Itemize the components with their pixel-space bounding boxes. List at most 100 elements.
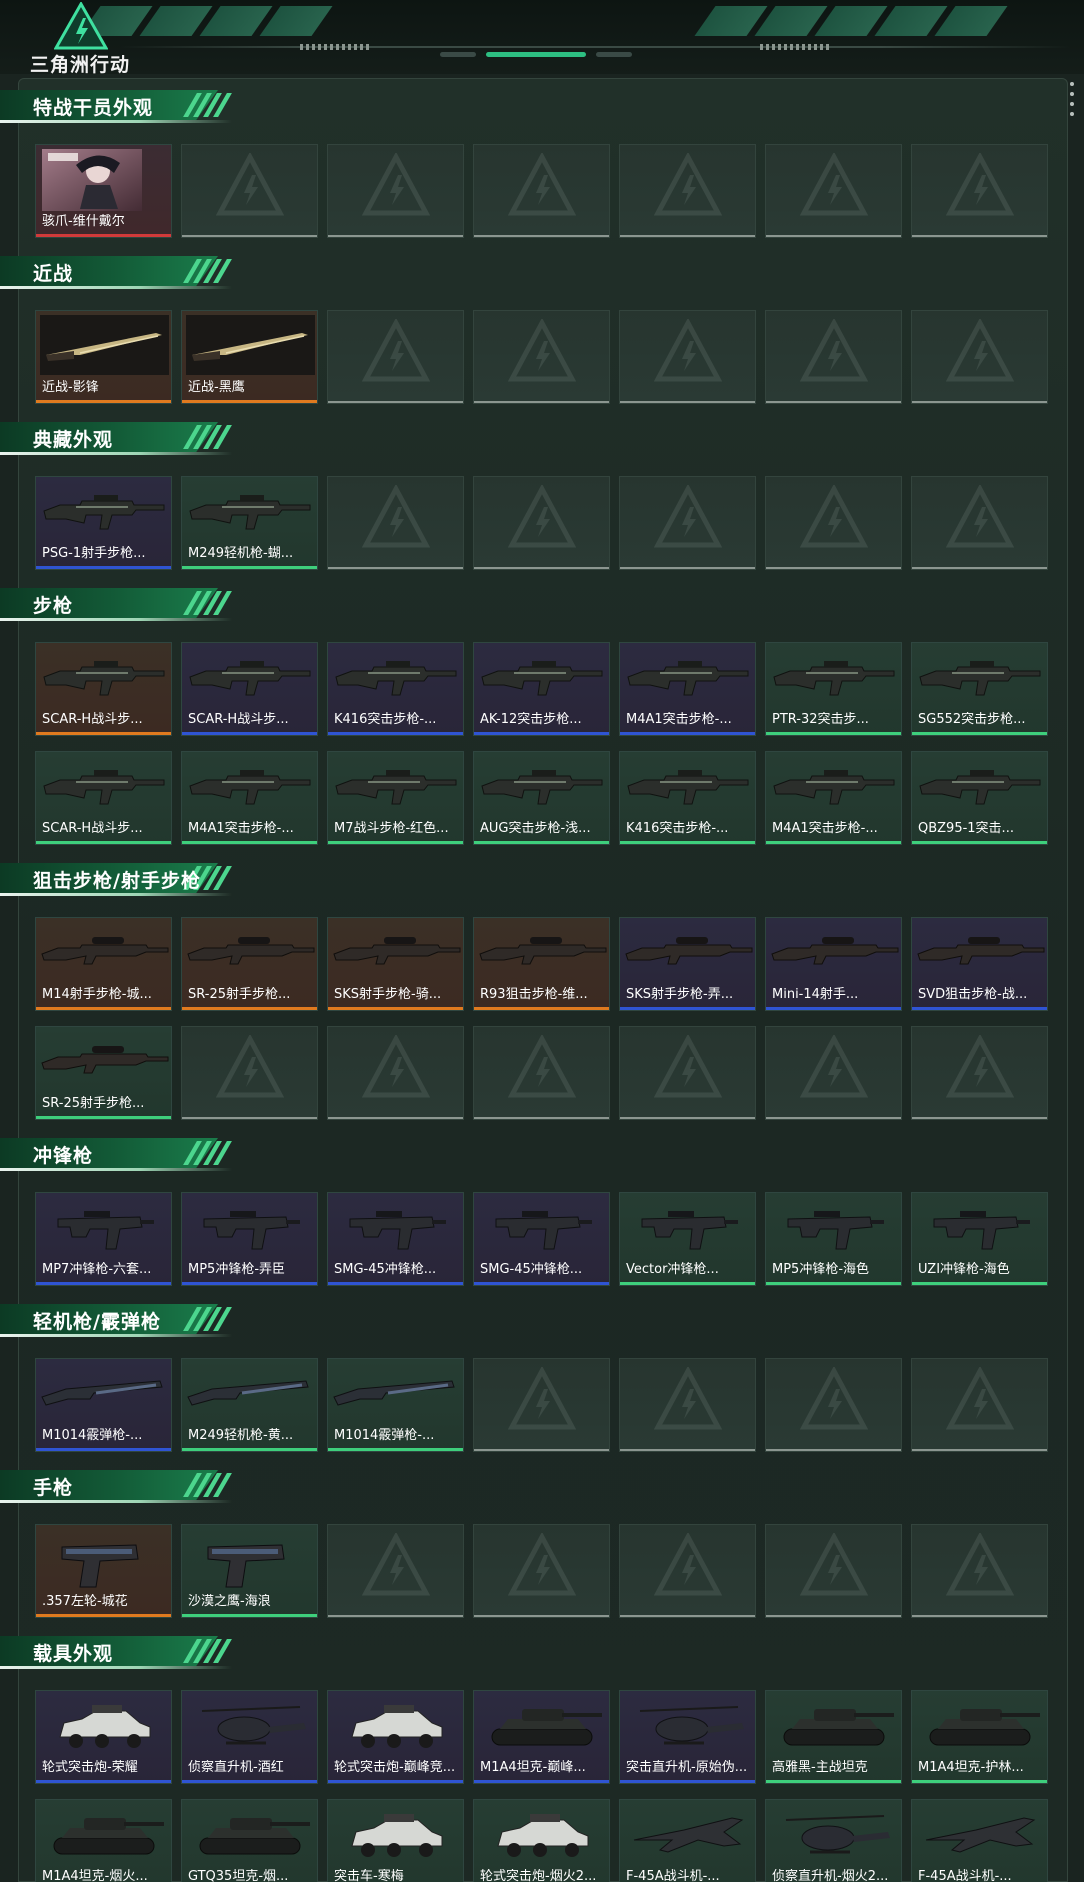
item-card[interactable]: SVD狙击步枪-战... [911, 917, 1048, 1011]
item-card[interactable]: 侦察直升机-酒红 [181, 1690, 318, 1784]
item-card[interactable]: PSG-1射手步枪... [35, 476, 172, 570]
rarity-bar [182, 1448, 317, 1451]
item-card[interactable]: 近战-影锋 [35, 310, 172, 404]
item-card[interactable]: SG552突击步枪... [911, 642, 1048, 736]
slot-underline [912, 235, 1047, 237]
item-card[interactable]: M14射手步枪-城... [35, 917, 172, 1011]
item-card[interactable]: SKS射手步枪-弄... [619, 917, 756, 1011]
item-card[interactable]: SR-25射手步枪... [181, 917, 318, 1011]
sniper-icon [474, 918, 609, 988]
item-card[interactable]: PTR-32突击步... [765, 642, 902, 736]
item-name: 沙漠之鹰-海浪 [188, 1594, 271, 1609]
item-card[interactable]: M1A4坦克-烟火... [35, 1799, 172, 1882]
delta-watermark-icon [945, 1531, 1015, 1601]
item-card[interactable]: Mini-14射手... [765, 917, 902, 1011]
item-card[interactable]: 近战-黑鹰 [181, 310, 318, 404]
empty-slot [765, 476, 902, 570]
item-card[interactable]: SCAR-H战斗步... [35, 642, 172, 736]
item-name: K416突击步枪-... [334, 712, 437, 727]
header-page-indicator [440, 50, 640, 60]
item-card[interactable]: .357左轮-城花 [35, 1524, 172, 1618]
item-card[interactable]: 侦察直升机-烟火2... [765, 1799, 902, 1882]
section-header: 冲锋枪 [0, 1135, 240, 1171]
item-card[interactable]: M1A4坦克-巅峰... [473, 1690, 610, 1784]
item-card[interactable]: K416突击步枪-... [327, 642, 464, 736]
item-card[interactable]: SR-25射手步枪... [35, 1026, 172, 1120]
item-card[interactable]: SCAR-H战斗步... [181, 642, 318, 736]
item-name: PSG-1射手步枪... [42, 546, 146, 561]
helicopter-icon [766, 1800, 901, 1870]
rifle-icon [182, 752, 317, 822]
rarity-bar [36, 1116, 171, 1119]
item-card[interactable]: M249轻机枪-黄... [181, 1358, 318, 1452]
item-card[interactable]: MP7冲锋枪-六套... [35, 1192, 172, 1286]
rarity-bar [328, 1007, 463, 1010]
item-card[interactable]: 轮式突击炮-荣耀 [35, 1690, 172, 1784]
item-name: F-45A战斗机-... [918, 1869, 1012, 1882]
smg-icon [620, 1193, 755, 1263]
item-card[interactable]: UZI冲锋枪-海色 [911, 1192, 1048, 1286]
rarity-bar [182, 732, 317, 735]
empty-slot [473, 476, 610, 570]
slot-underline [328, 567, 463, 569]
item-card[interactable]: F-45A战斗机-... [911, 1799, 1048, 1882]
slot-underline [912, 1449, 1047, 1451]
scrollbar-handle[interactable] [1070, 82, 1076, 132]
item-card[interactable]: SKS射手步枪-骑... [327, 917, 464, 1011]
header-stripes-right [694, 6, 1035, 36]
item-card[interactable]: M7战斗步枪-红色... [327, 751, 464, 845]
rarity-bar [620, 1007, 755, 1010]
item-card[interactable]: 轮式突击炮-巅峰竞... [327, 1690, 464, 1784]
rifle-icon [620, 752, 755, 822]
delta-watermark-icon [945, 317, 1015, 387]
item-card[interactable]: F-45A战斗机-... [619, 1799, 756, 1882]
item-card[interactable]: 骇爪-维什戴尔 [35, 144, 172, 238]
slot-underline [620, 567, 755, 569]
item-card[interactable]: M249轻机枪-蝴... [181, 476, 318, 570]
item-card[interactable]: M4A1突击步枪-... [765, 751, 902, 845]
item-card[interactable]: MP5冲锋枪-海色 [765, 1192, 902, 1286]
item-card[interactable]: AUG突击步枪-浅... [473, 751, 610, 845]
empty-slot [327, 1026, 464, 1120]
tank-icon [912, 1691, 1047, 1761]
item-card[interactable]: 突击直升机-原始伪... [619, 1690, 756, 1784]
item-card[interactable]: QBZ95-1突击... [911, 751, 1048, 845]
item-card[interactable]: M1A4坦克-护林... [911, 1690, 1048, 1784]
delta-watermark-icon [215, 151, 285, 221]
rifle-icon [328, 752, 463, 822]
item-card[interactable]: M1014霰弹枪-... [327, 1358, 464, 1452]
slot-underline [328, 401, 463, 403]
item-card[interactable]: 高雅黑-主战坦克 [765, 1690, 902, 1784]
item-name: 近战-影锋 [42, 380, 99, 395]
slot-underline [912, 1117, 1047, 1119]
item-card[interactable]: MP5冲锋枪-弄臣 [181, 1192, 318, 1286]
item-card[interactable]: GTQ35坦克-烟... [181, 1799, 318, 1882]
slot-underline [474, 1615, 609, 1617]
item-card[interactable]: Vector冲锋枪... [619, 1192, 756, 1286]
header-divider [120, 46, 1070, 48]
slot-underline [912, 567, 1047, 569]
empty-slot [327, 1524, 464, 1618]
item-card[interactable]: AK-12突击步枪... [473, 642, 610, 736]
rifle-icon [912, 752, 1047, 822]
rarity-bar [912, 841, 1047, 844]
item-card[interactable]: M4A1突击步枪-... [619, 642, 756, 736]
rarity-bar [474, 732, 609, 735]
tank-icon [36, 1800, 171, 1870]
item-card[interactable]: M1014霰弹枪-... [35, 1358, 172, 1452]
empty-slot [911, 1026, 1048, 1120]
sniper-icon [182, 918, 317, 988]
item-card[interactable]: 突击车-寒梅 [327, 1799, 464, 1882]
item-card[interactable]: SMG-45冲锋枪... [473, 1192, 610, 1286]
item-name: M249轻机枪-黄... [188, 1428, 294, 1443]
item-card[interactable]: K416突击步枪-... [619, 751, 756, 845]
item-card[interactable]: SCAR-H战斗步... [35, 751, 172, 845]
item-name: MP5冲锋枪-海色 [772, 1262, 870, 1277]
item-card[interactable]: M4A1突击步枪-... [181, 751, 318, 845]
item-card[interactable]: 沙漠之鹰-海浪 [181, 1524, 318, 1618]
item-card[interactable]: SMG-45冲锋枪... [327, 1192, 464, 1286]
item-card[interactable]: R93狙击步枪-维... [473, 917, 610, 1011]
rarity-bar [766, 1780, 901, 1783]
item-card[interactable]: 轮式突击炮-烟火2... [473, 1799, 610, 1882]
rarity-bar [328, 1448, 463, 1451]
